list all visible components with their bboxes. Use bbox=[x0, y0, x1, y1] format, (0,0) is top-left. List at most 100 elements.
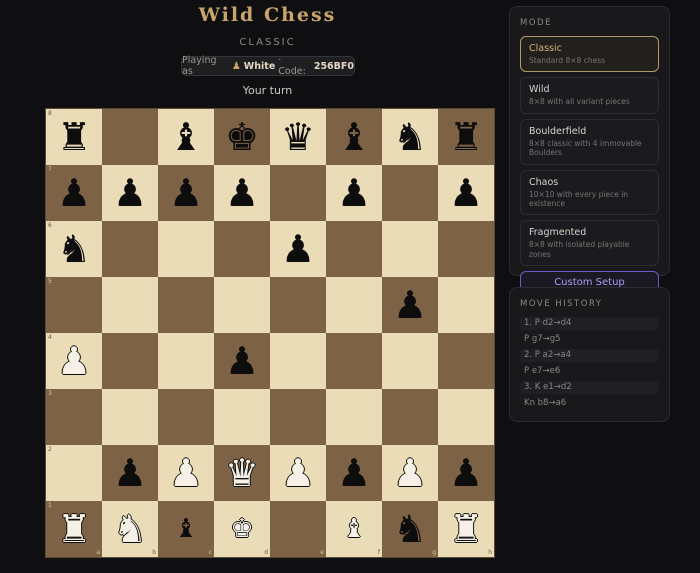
black-pawn-icon[interactable]: ♟ bbox=[449, 174, 483, 212]
square-b1[interactable]: b ♞ bbox=[102, 501, 158, 557]
black-pawn-icon[interactable]: ♟ bbox=[169, 174, 203, 212]
black-bishop-icon[interactable]: ♝ bbox=[169, 118, 203, 156]
square-e8[interactable]: ♛ bbox=[270, 109, 326, 165]
white-pawn-icon[interactable]: ♟ bbox=[393, 454, 427, 492]
square-g2[interactable]: ♟ bbox=[382, 445, 438, 501]
square-a2[interactable]: 2 bbox=[46, 445, 102, 501]
square-h7[interactable]: ♟ bbox=[438, 165, 494, 221]
square-a4[interactable]: 4 ♟ bbox=[46, 333, 102, 389]
square-g1[interactable]: g ♞ bbox=[382, 501, 438, 557]
white-rook-icon[interactable]: ♜ bbox=[449, 510, 483, 548]
white-pawn-icon[interactable]: ♟ bbox=[169, 454, 203, 492]
square-f6[interactable] bbox=[326, 221, 382, 277]
white-pawn-icon[interactable]: ♟ bbox=[281, 454, 315, 492]
black-pawn-icon[interactable]: ♟ bbox=[225, 342, 259, 380]
square-g8[interactable]: ♞ bbox=[382, 109, 438, 165]
black-pawn-icon[interactable]: ♟ bbox=[113, 454, 147, 492]
square-h1[interactable]: h ♜ bbox=[438, 501, 494, 557]
square-d4[interactable]: ♟ bbox=[214, 333, 270, 389]
black-pawn-icon[interactable]: ♟ bbox=[449, 454, 483, 492]
black-queen-icon[interactable]: ♛ bbox=[281, 118, 315, 156]
black-pawn-icon[interactable]: ♟ bbox=[337, 454, 371, 492]
square-e5[interactable] bbox=[270, 277, 326, 333]
square-b8[interactable] bbox=[102, 109, 158, 165]
square-d7[interactable]: ♟ bbox=[214, 165, 270, 221]
square-a8[interactable]: 8 ♜ bbox=[46, 109, 102, 165]
square-g6[interactable] bbox=[382, 221, 438, 277]
square-c3[interactable] bbox=[158, 389, 214, 445]
black-pawn-icon[interactable]: ♟ bbox=[57, 174, 91, 212]
square-h2[interactable]: ♟ bbox=[438, 445, 494, 501]
square-a5[interactable]: 5 bbox=[46, 277, 102, 333]
mode-option-chaos[interactable]: Chaos 10×10 with every piece in existence bbox=[520, 169, 659, 216]
square-c4[interactable] bbox=[158, 333, 214, 389]
chess-board[interactable]: 8 ♜ ♝ ♚ ♛ ♝ ♞ ♜ 7 ♟ ♟ ♟ ♟ ♟ ♟ 6 ♞ ♟ 5 ♟ 4 ♟ ♟ 3 2 ♟ ♟ ♛ ♟ ♟ ♟ ♟ 1 a ♜ b ♞ c ♝ d… bbox=[45, 108, 495, 558]
black-pawn-icon[interactable]: ♟ bbox=[393, 286, 427, 324]
square-d1[interactable]: d ♚ bbox=[214, 501, 270, 557]
black-pawn-icon[interactable]: ♟ bbox=[225, 174, 259, 212]
square-e7[interactable] bbox=[270, 165, 326, 221]
white-pawn-icon[interactable]: ♟ bbox=[57, 342, 91, 380]
black-bishop-icon[interactable]: ♝ bbox=[174, 516, 197, 542]
mode-option-boulderfield[interactable]: Boulderfield 8×8 classic with 4 immovable… bbox=[520, 118, 659, 165]
square-e3[interactable] bbox=[270, 389, 326, 445]
black-pawn-icon[interactable]: ♟ bbox=[281, 230, 315, 268]
square-e4[interactable] bbox=[270, 333, 326, 389]
white-rook-icon[interactable]: ♜ bbox=[57, 510, 91, 548]
square-b3[interactable] bbox=[102, 389, 158, 445]
square-a6[interactable]: 6 ♞ bbox=[46, 221, 102, 277]
square-h3[interactable] bbox=[438, 389, 494, 445]
square-g7[interactable] bbox=[382, 165, 438, 221]
square-e2[interactable]: ♟ bbox=[270, 445, 326, 501]
square-f2[interactable]: ♟ bbox=[326, 445, 382, 501]
square-c2[interactable]: ♟ bbox=[158, 445, 214, 501]
black-pawn-icon[interactable]: ♟ bbox=[113, 174, 147, 212]
white-knight-icon[interactable]: ♞ bbox=[113, 510, 147, 548]
square-a1[interactable]: 1 a ♜ bbox=[46, 501, 102, 557]
square-f4[interactable] bbox=[326, 333, 382, 389]
white-queen-icon[interactable]: ♛ bbox=[225, 454, 259, 492]
square-g5[interactable]: ♟ bbox=[382, 277, 438, 333]
square-b6[interactable] bbox=[102, 221, 158, 277]
black-bishop-icon[interactable]: ♝ bbox=[337, 118, 371, 156]
square-g4[interactable] bbox=[382, 333, 438, 389]
square-d5[interactable] bbox=[214, 277, 270, 333]
square-h4[interactable] bbox=[438, 333, 494, 389]
square-e1[interactable]: e bbox=[270, 501, 326, 557]
white-bishop-icon[interactable]: ♝ bbox=[342, 516, 365, 542]
square-e6[interactable]: ♟ bbox=[270, 221, 326, 277]
square-f7[interactable]: ♟ bbox=[326, 165, 382, 221]
square-b5[interactable] bbox=[102, 277, 158, 333]
black-rook-icon[interactable]: ♜ bbox=[57, 118, 91, 156]
square-a7[interactable]: 7 ♟ bbox=[46, 165, 102, 221]
mode-option-classic[interactable]: Classic Standard 8×8 chess bbox=[520, 36, 659, 73]
black-pawn-icon[interactable]: ♟ bbox=[337, 174, 371, 212]
black-king-icon[interactable]: ♚ bbox=[225, 118, 259, 156]
square-c7[interactable]: ♟ bbox=[158, 165, 214, 221]
square-f5[interactable] bbox=[326, 277, 382, 333]
square-b4[interactable] bbox=[102, 333, 158, 389]
black-knight-icon[interactable]: ♞ bbox=[393, 118, 427, 156]
square-c8[interactable]: ♝ bbox=[158, 109, 214, 165]
mode-option-wild[interactable]: Wild 8×8 with all variant pieces bbox=[520, 77, 659, 114]
square-f8[interactable]: ♝ bbox=[326, 109, 382, 165]
black-knight-icon[interactable]: ♞ bbox=[393, 510, 427, 548]
square-b7[interactable]: ♟ bbox=[102, 165, 158, 221]
mode-option-fragmented[interactable]: Fragmented 8×8 with isolated playable zon… bbox=[520, 220, 659, 266]
square-f3[interactable] bbox=[326, 389, 382, 445]
square-c1[interactable]: c ♝ bbox=[158, 501, 214, 557]
square-b2[interactable]: ♟ bbox=[102, 445, 158, 501]
square-d3[interactable] bbox=[214, 389, 270, 445]
square-a3[interactable]: 3 bbox=[46, 389, 102, 445]
square-d6[interactable] bbox=[214, 221, 270, 277]
white-king-icon[interactable]: ♚ bbox=[230, 516, 253, 542]
square-g3[interactable] bbox=[382, 389, 438, 445]
square-h5[interactable] bbox=[438, 277, 494, 333]
square-h8[interactable]: ♜ bbox=[438, 109, 494, 165]
black-knight-icon[interactable]: ♞ bbox=[57, 230, 91, 268]
square-c6[interactable] bbox=[158, 221, 214, 277]
square-d8[interactable]: ♚ bbox=[214, 109, 270, 165]
square-h6[interactable] bbox=[438, 221, 494, 277]
black-rook-icon[interactable]: ♜ bbox=[449, 118, 483, 156]
square-c5[interactable] bbox=[158, 277, 214, 333]
